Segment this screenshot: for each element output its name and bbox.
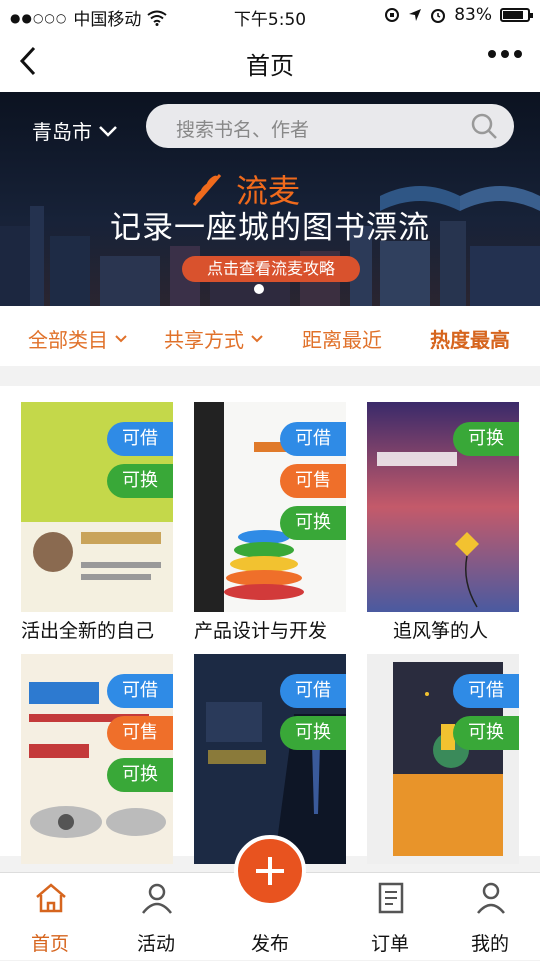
tab-label: 活动 <box>136 933 175 955</box>
tag-sell: 可售 <box>107 716 173 750</box>
plus-icon <box>256 857 284 885</box>
nav-bar: 首页 <box>0 30 540 92</box>
tab-activity[interactable]: 活动 <box>106 873 206 961</box>
filter-distance[interactable]: 距离最近 <box>302 324 382 353</box>
more-icon[interactable] <box>488 50 522 58</box>
tag-swap: 可换 <box>453 716 519 750</box>
promo-banner[interactable]: 青岛市 搜索书名、作者 流麦 记录一座城的图书漂流 点击查看流麦攻略 <box>0 92 540 306</box>
filter-category[interactable]: 全部类目 <box>28 324 128 353</box>
tag-borrow: 可借 <box>280 674 346 708</box>
activity-icon <box>142 883 172 914</box>
page-title: 首页 <box>246 52 294 80</box>
carousel-indicator <box>254 284 264 294</box>
chevron-down-icon <box>251 334 263 342</box>
tag-swap: 可换 <box>453 422 519 456</box>
orientation-lock-icon <box>385 8 400 22</box>
tab-profile[interactable]: 我的 <box>440 873 540 961</box>
chevron-down-icon <box>99 125 117 137</box>
tab-label: 订单 <box>370 933 409 955</box>
guide-button[interactable]: 点击查看流麦攻略 <box>182 256 360 282</box>
tag-swap: 可换 <box>280 716 346 750</box>
filter-bar: 全部类目 共享方式 距离最近 热度最高 <box>0 306 540 366</box>
book-title: 活出全新的自己 <box>21 620 155 642</box>
city-label: 青岛市 <box>32 120 92 144</box>
battery-icon <box>500 8 533 22</box>
city-selector[interactable]: 青岛市 <box>32 116 118 145</box>
home-icon <box>36 883 66 913</box>
book-title: 产品设计与开发 <box>194 620 328 642</box>
tag-swap: 可换 <box>107 464 173 498</box>
tag-borrow: 可借 <box>280 422 346 456</box>
tab-orders[interactable]: 订单 <box>340 873 440 961</box>
publish-button[interactable] <box>234 835 306 907</box>
search-placeholder: 搜索书名、作者 <box>176 119 310 141</box>
filter-label: 距离最近 <box>302 328 382 352</box>
chevron-down-icon <box>115 334 127 342</box>
filter-label: 全部类目 <box>28 328 108 352</box>
tag-borrow: 可借 <box>107 674 173 708</box>
user-icon <box>477 882 505 914</box>
status-bar: ●●○○○ 中国移动 下午5:50 83% <box>0 0 540 30</box>
tag-sell: 可售 <box>280 464 346 498</box>
search-input[interactable]: 搜索书名、作者 <box>146 104 514 148</box>
tab-label: 发布 <box>250 933 289 955</box>
filter-label: 共享方式 <box>164 328 244 352</box>
order-icon <box>378 882 404 914</box>
search-icon[interactable] <box>470 112 498 140</box>
battery-fill <box>503 11 523 19</box>
filter-label: 热度最高 <box>430 328 510 352</box>
banner-slogan: 记录一座城的图书漂流 <box>110 210 430 246</box>
tab-label: 首页 <box>30 933 69 955</box>
tag-swap: 可换 <box>280 506 346 540</box>
filter-popularity[interactable]: 热度最高 <box>430 324 510 353</box>
tag-borrow: 可借 <box>107 422 173 456</box>
tab-home[interactable]: 首页 <box>0 873 100 961</box>
filter-share-mode[interactable]: 共享方式 <box>164 324 264 353</box>
alarm-icon <box>431 9 446 23</box>
book-title: 追风筝的人 <box>393 620 489 642</box>
book-grid: 可借 可换 活出全新的自己 可借 可售 可换 产品设计与开发 可换 追风筝的人 <box>0 386 540 864</box>
location-icon <box>409 9 422 21</box>
battery-percent: 83% <box>454 5 492 25</box>
tab-label: 我的 <box>470 933 509 955</box>
tag-swap: 可换 <box>107 758 173 792</box>
tag-borrow: 可借 <box>453 674 519 708</box>
